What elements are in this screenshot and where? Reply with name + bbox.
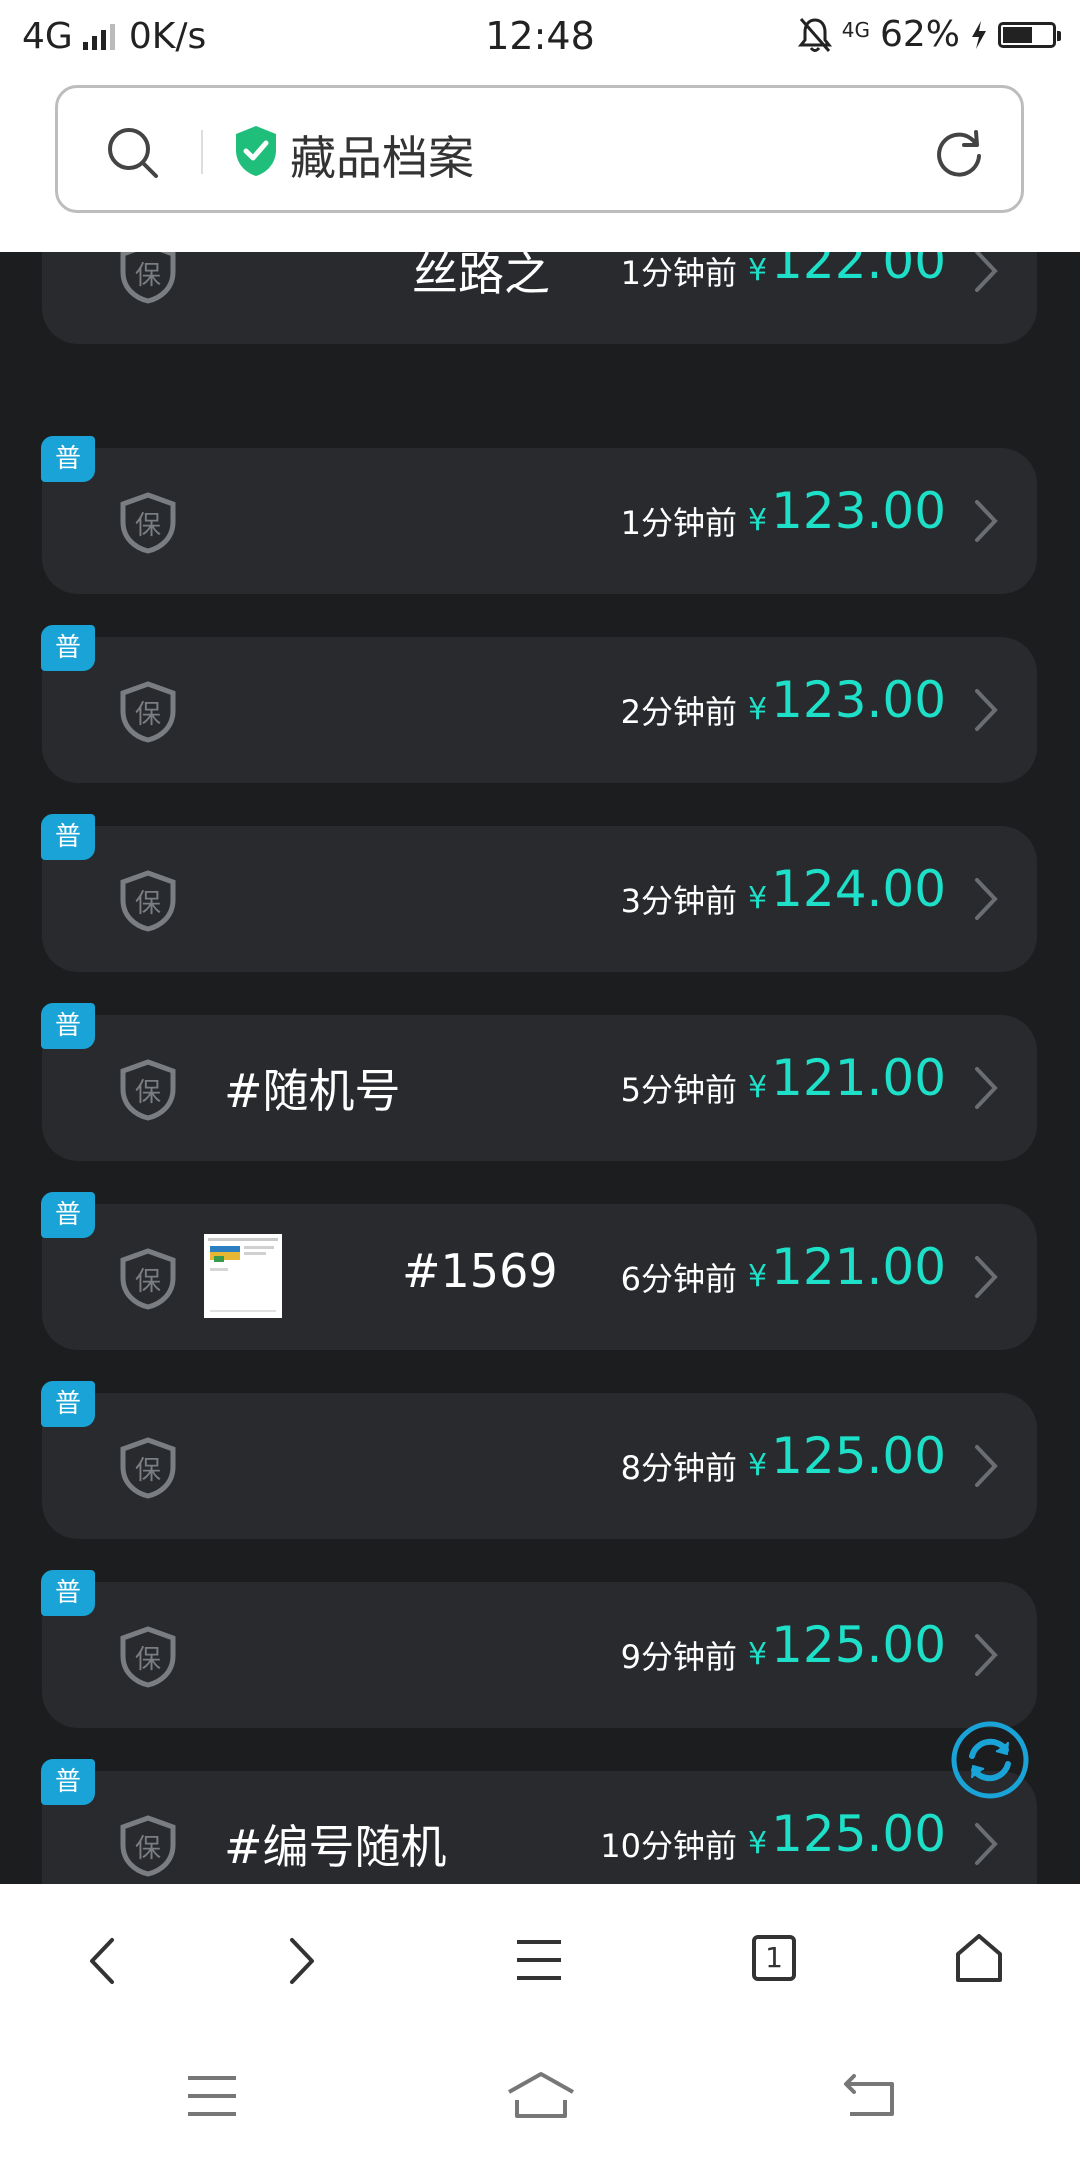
- listing-row[interactable]: 普 保 9分钟前 ¥125.00: [41, 1570, 1037, 1728]
- listing-row[interactable]: 普 保 #随机号 5分钟前 ¥121.00: [41, 1003, 1037, 1161]
- svg-text:保: 保: [135, 700, 161, 730]
- back-icon[interactable]: [82, 1936, 122, 1986]
- thumbnail-image: [204, 1234, 282, 1318]
- listed-time: 2分钟前: [620, 693, 737, 731]
- item-thumbnail[interactable]: [204, 1234, 282, 1318]
- svg-text:保: 保: [135, 511, 161, 541]
- badge: 普: [41, 1381, 95, 1427]
- listed-time: 6分钟前: [620, 1260, 737, 1298]
- system-back-icon[interactable]: [842, 2070, 898, 2120]
- shield-icon: 保: [120, 870, 176, 932]
- listed-time: 1分钟前: [620, 504, 737, 542]
- chevron-right-icon: [975, 1067, 998, 1109]
- browser-toolbar: 1: [0, 1884, 1080, 2034]
- system-home-icon[interactable]: [505, 2070, 577, 2120]
- chevron-right-icon: [975, 500, 998, 542]
- shield-icon: 保: [120, 492, 176, 554]
- listing-row[interactable]: 普 保 1分钟前 ¥123.00: [41, 436, 1037, 594]
- chevron-right-icon: [975, 1256, 998, 1298]
- listed-time: 5分钟前: [620, 1071, 737, 1109]
- refresh-float-icon[interactable]: [950, 1720, 1030, 1800]
- svg-text:保: 保: [135, 1456, 161, 1486]
- svg-text:保: 保: [135, 889, 161, 919]
- badge: 普: [41, 814, 95, 860]
- search-icon[interactable]: [106, 126, 160, 180]
- listed-time: 8分钟前: [620, 1449, 737, 1487]
- shield-icon: 保: [120, 681, 176, 743]
- listing-row[interactable]: 普 保 #1569 6分钟前 ¥121.00: [41, 1192, 1037, 1350]
- menu-icon[interactable]: [515, 1938, 563, 1982]
- svg-text:保: 保: [135, 1645, 161, 1675]
- chevron-right-icon: [975, 1823, 998, 1865]
- search-bar[interactable]: 藏品档案: [55, 85, 1024, 213]
- mute-bell-icon: [797, 17, 832, 52]
- page-title: 藏品档案: [290, 131, 474, 185]
- price: ¥121.00: [748, 1049, 947, 1107]
- svg-text:保: 保: [135, 261, 161, 291]
- secondary-network: 4G: [841, 17, 870, 42]
- verified-shield-icon: [236, 126, 276, 176]
- listing-area: 保 丝路之 1分钟前 ¥122.00 普 保 1分钟前 ¥123.00 普 保 …: [0, 252, 1080, 1884]
- chevron-right-icon: [975, 1445, 998, 1487]
- shield-icon: 保: [120, 1248, 176, 1310]
- tabs-icon[interactable]: 1: [752, 1935, 796, 1981]
- chevron-right-icon: [975, 1634, 998, 1676]
- header: 藏品档案: [0, 75, 1080, 252]
- listed-time: 10分钟前: [600, 1827, 737, 1865]
- price: ¥122.00: [748, 252, 947, 290]
- svg-text:保: 保: [135, 1267, 161, 1297]
- listing-row[interactable]: 普 保 8分钟前 ¥125.00: [41, 1381, 1037, 1539]
- listing-row[interactable]: 保 丝路之 1分钟前 ¥122.00: [42, 252, 1037, 344]
- battery-icon: [998, 21, 1061, 48]
- svg-text:保: 保: [135, 1834, 161, 1864]
- listed-time: 3分钟前: [620, 882, 737, 920]
- price: ¥124.00: [748, 860, 947, 918]
- chevron-right-icon: [975, 252, 998, 292]
- battery-fill: [1003, 26, 1032, 43]
- badge: 普: [41, 436, 95, 482]
- home-icon[interactable]: [954, 1932, 1004, 1984]
- forward-icon[interactable]: [282, 1936, 322, 1986]
- system-nav-bar: [0, 2034, 1080, 2160]
- refresh-icon[interactable]: [932, 126, 986, 180]
- chevron-right-icon: [975, 878, 998, 920]
- status-bar: 4G 0K/s 12:48 4G 62%: [0, 0, 1080, 75]
- battery-percent: 62%: [879, 14, 960, 55]
- item-name: #随机号: [224, 1064, 401, 1118]
- shield-icon: 保: [120, 1815, 176, 1877]
- status-right: 4G 62%: [797, 14, 1061, 55]
- badge: 普: [41, 1570, 95, 1616]
- listing-row[interactable]: 普 保 3分钟前 ¥124.00: [41, 814, 1037, 972]
- badge: 普: [41, 1759, 95, 1805]
- price: ¥125.00: [748, 1427, 947, 1485]
- listing-row[interactable]: 普 保 2分钟前 ¥123.00: [41, 625, 1037, 783]
- charging-icon: [972, 20, 986, 49]
- shield-icon: 保: [120, 1059, 176, 1121]
- price: ¥125.00: [748, 1805, 947, 1863]
- shield-icon: 保: [120, 1437, 176, 1499]
- listed-time: 9分钟前: [620, 1638, 737, 1676]
- price: ¥121.00: [748, 1238, 947, 1296]
- shield-icon: 保: [120, 252, 176, 304]
- price: ¥123.00: [748, 482, 947, 540]
- price: ¥125.00: [748, 1616, 947, 1674]
- recent-apps-icon[interactable]: [186, 2074, 238, 2118]
- svg-text:保: 保: [135, 1078, 161, 1108]
- badge: 普: [41, 1003, 95, 1049]
- badge: 普: [41, 625, 95, 671]
- listed-time: 1分钟前: [620, 254, 737, 292]
- listing-row[interactable]: 普 保 #编号随机 10分钟前 ¥125.00: [41, 1759, 1037, 1884]
- item-name: #编号随机: [224, 1820, 447, 1874]
- shield-icon: 保: [120, 1626, 176, 1688]
- badge: 普: [41, 1192, 95, 1238]
- search-divider: [201, 130, 203, 174]
- chevron-right-icon: [975, 689, 998, 731]
- price: ¥123.00: [748, 671, 947, 729]
